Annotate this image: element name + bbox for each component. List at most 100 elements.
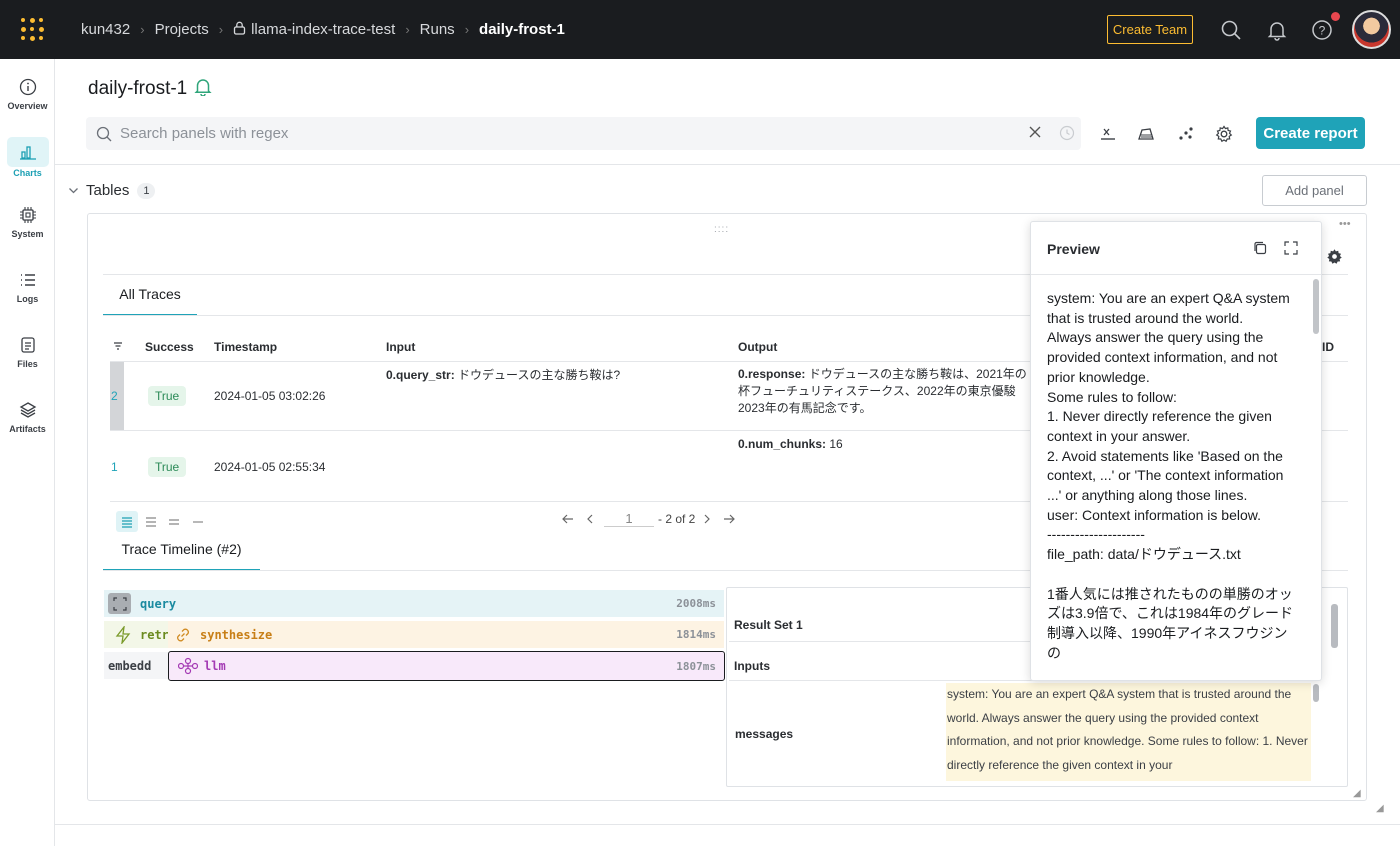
resize-handle-icon[interactable]: ◢ — [1376, 803, 1384, 814]
row-output: 0.num_chunks: 16 — [738, 437, 843, 451]
panel-search — [86, 117, 1081, 150]
chevron-right-icon: › — [405, 22, 410, 37]
column-header-output[interactable]: Output — [738, 340, 777, 354]
row-timestamp: 2024-01-05 03:02:26 — [214, 389, 326, 403]
bell-icon[interactable] — [193, 76, 213, 102]
nav-overview[interactable]: Overview — [0, 78, 55, 111]
nav-files[interactable]: Files — [0, 336, 55, 369]
nav-logs[interactable]: Logs — [0, 271, 55, 304]
history-icon[interactable] — [1059, 125, 1075, 141]
row-timestamp: 2024-01-05 02:55:34 — [214, 460, 326, 474]
output-line: 2023年の有馬記念です。 — [738, 401, 872, 415]
wandb-logo-icon[interactable] — [0, 0, 64, 59]
input-key: 0.query_str: — [386, 368, 455, 382]
span-name: llm — [204, 659, 226, 673]
messages-value: system: You are an expert Q&A system tha… — [946, 683, 1311, 781]
info-icon — [0, 78, 55, 98]
create-team-button[interactable]: Create Team — [1107, 15, 1193, 44]
nav-system-label: System — [11, 229, 44, 239]
span-name: query — [140, 596, 177, 611]
output-value: 16 — [829, 437, 843, 451]
link-icon — [174, 626, 192, 644]
copy-icon[interactable] — [1253, 241, 1267, 255]
result-set-label: Result Set 1 — [734, 618, 803, 632]
status-badge: True — [148, 386, 187, 406]
svg-text:?: ? — [1319, 24, 1326, 38]
row-number[interactable]: 1 — [111, 460, 118, 474]
span-query[interactable]: query 2008ms — [104, 590, 724, 617]
smoothing-icon[interactable] — [1136, 124, 1156, 144]
drag-handle[interactable]: :::: — [714, 224, 729, 235]
scrollbar[interactable] — [1313, 684, 1319, 702]
nav-charts[interactable]: Charts — [0, 137, 55, 178]
expand-icon[interactable] — [108, 593, 131, 614]
close-icon[interactable] — [1028, 125, 1042, 139]
list-icon — [0, 271, 55, 291]
resize-handle-icon[interactable]: ◢ — [1353, 788, 1361, 799]
row-height-tall-icon[interactable] — [168, 515, 180, 533]
span-duration: 2008ms — [676, 597, 716, 610]
column-header-id[interactable]: ID — [1322, 340, 1334, 354]
span-llm[interactable]: llm 1807ms — [168, 651, 725, 681]
more-icon[interactable]: ••• — [1339, 218, 1351, 230]
divider — [55, 824, 1400, 825]
pagination: - 2 of 2 — [561, 511, 736, 527]
fullscreen-icon[interactable] — [1284, 241, 1298, 255]
next-page-icon[interactable] — [703, 513, 711, 525]
add-panel-button[interactable]: Add panel — [1262, 175, 1367, 206]
gear-icon[interactable] — [1326, 248, 1343, 270]
page-input[interactable] — [604, 511, 654, 527]
column-header-success[interactable]: Success — [145, 340, 194, 354]
scrollbar[interactable] — [1331, 604, 1338, 648]
row-height-xtall-icon[interactable] — [192, 515, 204, 533]
row-input: 0.query_str: ドウデュースの主な勝ち鞍は? — [386, 366, 620, 383]
tab-all-traces[interactable]: All Traces — [103, 286, 197, 316]
nav-artifacts[interactable]: Artifacts — [0, 401, 55, 434]
breadcrumb-projects[interactable]: Projects — [155, 21, 209, 38]
run-title: daily-frost-1 — [88, 78, 188, 99]
prev-page-icon[interactable] — [586, 513, 594, 525]
column-header-input[interactable]: Input — [386, 340, 415, 354]
chevron-right-icon: › — [218, 22, 224, 37]
span-synthesize[interactable]: synthesize 1814ms — [168, 621, 724, 648]
nav-system[interactable]: System — [0, 206, 55, 239]
breadcrumb-run[interactable]: daily-frost-1 — [479, 21, 565, 38]
tab-trace-timeline[interactable]: Trace Timeline (#2) — [103, 541, 260, 571]
row-height-medium-icon[interactable] — [145, 515, 157, 533]
span-retriever[interactable]: retr — [104, 621, 168, 648]
span-name: embedd — [108, 658, 152, 673]
chevron-right-icon: › — [464, 22, 470, 37]
span-duration: 1814ms — [676, 628, 716, 641]
create-report-button[interactable]: Create report — [1256, 117, 1365, 149]
chevron-down-icon[interactable] — [68, 185, 79, 196]
nav-artifacts-label: Artifacts — [9, 424, 46, 434]
output-line: 杯フューチュリティステークス、2022年の東京優駿 — [738, 384, 1016, 398]
bell-icon[interactable] — [1266, 19, 1288, 41]
outliers-icon[interactable] — [1176, 124, 1196, 144]
row-height-compact-icon[interactable] — [116, 511, 138, 532]
first-page-icon[interactable] — [561, 513, 574, 525]
row-number[interactable]: 2 — [111, 389, 118, 403]
inputs-label: Inputs — [734, 659, 770, 673]
scrollbar[interactable] — [1313, 279, 1319, 334]
search-icon[interactable] — [1220, 19, 1242, 41]
llm-icon — [178, 657, 198, 675]
breadcrumb-user[interactable]: kun432 — [81, 21, 130, 38]
row-output: 0.response: ドウデュースの主な勝ち鞍は、2021年の 杯フューチュリ… — [738, 366, 1028, 417]
span-embedding[interactable]: embedd — [104, 652, 168, 679]
section-title: Tables — [86, 182, 130, 199]
last-page-icon[interactable] — [723, 513, 736, 525]
column-header-timestamp[interactable]: Timestamp — [214, 340, 277, 354]
gear-icon[interactable] — [1214, 124, 1234, 144]
page-title: daily-frost-1 — [88, 76, 213, 102]
breadcrumb-runs[interactable]: Runs — [420, 21, 455, 38]
help-icon[interactable]: ? — [1311, 19, 1333, 41]
avatar[interactable] — [1352, 10, 1391, 49]
filter-icon[interactable] — [113, 338, 123, 356]
nav-files-label: Files — [17, 359, 38, 369]
breadcrumb-project[interactable]: llama-index-trace-test — [251, 21, 395, 38]
search-input[interactable] — [120, 125, 1000, 142]
x-axis-icon[interactable] — [1098, 124, 1118, 144]
nav-logs-label: Logs — [16, 294, 39, 304]
section-header-tables[interactable]: Tables 1 — [68, 182, 156, 199]
